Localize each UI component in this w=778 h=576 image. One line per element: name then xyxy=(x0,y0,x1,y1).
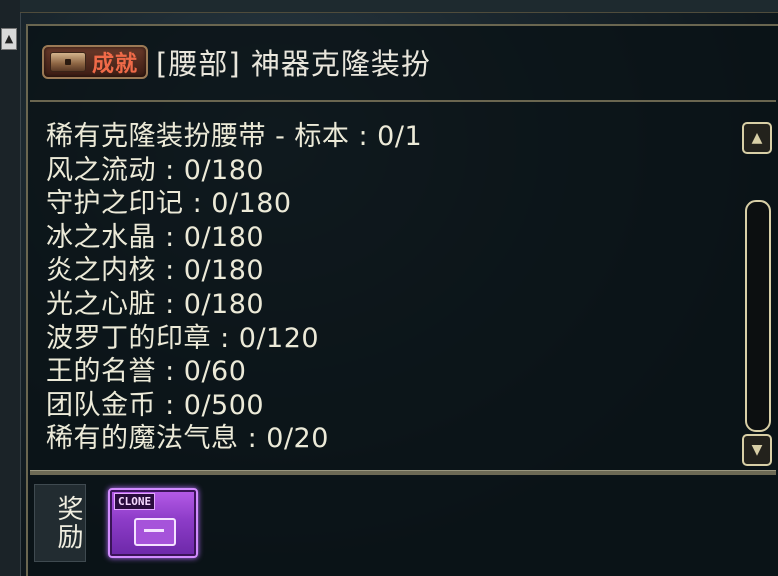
requirement-item: 稀有克隆装扮腰带 - 标本 : 0/1 xyxy=(46,121,423,152)
requirement-item: 守护之印记 : 0/180 xyxy=(46,188,292,220)
requirement-scrollbar[interactable]: ▲ ▼ xyxy=(742,122,772,468)
achievement-title: [腰部] 神器克隆装扮 xyxy=(156,47,431,81)
side-scroll-up-arrow-icon[interactable]: ▲ xyxy=(1,28,17,50)
requirement-item: 冰之水晶 : 0/180 xyxy=(46,221,265,253)
game-ui: ▲ 成就 [腰部] 神器克隆装扮 稀有克隆装扮腰带 - 标本 : 0/1 风之流… xyxy=(0,0,778,576)
requirement-item: 风之流动 : 0/180 xyxy=(46,154,265,186)
achievement-badge-label: 成就 xyxy=(92,52,139,77)
requirement-item: 光之心脏 : 0/180 xyxy=(46,288,265,320)
chest-icon xyxy=(50,52,86,72)
requirement-list: 稀有克隆装扮腰带 - 标本 : 0/1 风之流动 : 0/180 守护之印记 :… xyxy=(46,120,736,456)
clone-costume-icon xyxy=(134,518,176,546)
side-scrollbar[interactable]: ▲ xyxy=(0,0,21,576)
title-divider xyxy=(30,100,776,102)
achievement-panel: 成就 [腰部] 神器克隆装扮 稀有克隆装扮腰带 - 标本 : 0/1 风之流动 … xyxy=(26,24,778,576)
reward-divider xyxy=(30,470,776,475)
scroll-up-arrow-icon[interactable]: ▲ xyxy=(742,122,772,154)
requirement-item: 团队金币 : 0/500 xyxy=(46,389,265,421)
reward-item-tag: CLONE xyxy=(114,493,156,510)
reward-item-slot[interactable]: CLONE xyxy=(108,488,198,558)
top-frame-bar xyxy=(20,0,778,13)
achievement-badge: 成就 xyxy=(42,45,149,79)
scroll-down-arrow-icon[interactable]: ▼ xyxy=(742,434,772,466)
scroll-track[interactable] xyxy=(745,200,771,432)
requirement-item: 稀有的魔法气息 : 0/20 xyxy=(46,423,329,455)
reward-label: 奖励 xyxy=(34,484,86,562)
requirement-item: 炎之内核 : 0/180 xyxy=(46,255,265,287)
requirement-item: 波罗丁的印章 : 0/120 xyxy=(46,322,320,354)
achievement-title-row: 成就 [腰部] 神器克隆装扮 xyxy=(42,44,431,81)
requirement-item: 王的名誉 : 0/60 xyxy=(46,356,247,388)
